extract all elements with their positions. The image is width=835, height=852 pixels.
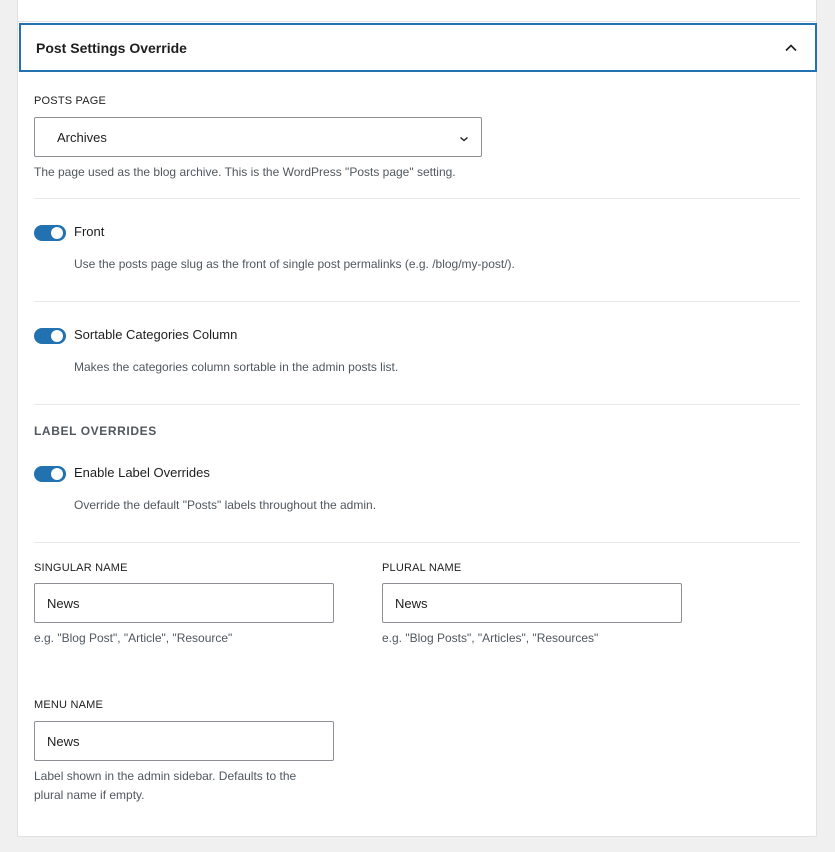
singular-name-input[interactable] [34, 583, 334, 623]
singular-name-label: SINGULAR NAME [34, 562, 128, 574]
posts-page-label: POSTS PAGE [34, 95, 107, 107]
panel-above-edge [17, 0, 817, 22]
posts-page-selected: Archives [57, 129, 107, 145]
panel-title: Post Settings Override [36, 39, 187, 56]
divider [34, 404, 800, 405]
menu-name-input[interactable] [34, 721, 334, 761]
panel-header-toggle[interactable]: Post Settings Override [19, 23, 817, 72]
enable-label-overrides-toggle[interactable] [34, 466, 66, 482]
toggle-knob [51, 330, 63, 342]
front-help: Use the posts page slug as the front of … [74, 257, 515, 271]
menu-name-label: MENU NAME [34, 699, 104, 711]
plural-name-label: PLURAL NAME [382, 562, 462, 574]
chevron-down-icon [459, 130, 469, 145]
enable-label-overrides-label: Enable Label Overrides [74, 465, 210, 480]
menu-name-help-line1: Label shown in the admin sidebar. Defaul… [34, 769, 297, 783]
divider [34, 301, 800, 302]
menu-name-help-line2: plural name if empty. [34, 788, 145, 802]
posts-page-help: The page used as the blog archive. This … [34, 165, 456, 179]
toggle-knob [51, 227, 63, 239]
singular-name-help: e.g. "Blog Post", "Article", "Resource" [34, 631, 233, 645]
plural-name-help: e.g. "Blog Posts", "Articles", "Resource… [382, 631, 599, 645]
chevron-up-icon[interactable] [781, 38, 801, 58]
sortable-categories-label: Sortable Categories Column [74, 327, 238, 342]
front-label: Front [74, 224, 105, 239]
front-toggle[interactable] [34, 225, 66, 241]
sortable-categories-help: Makes the categories column sortable in … [74, 360, 399, 374]
posts-page-select[interactable]: Archives [34, 117, 482, 157]
plural-name-input[interactable] [382, 583, 682, 623]
sortable-categories-toggle[interactable] [34, 328, 66, 344]
toggle-knob [51, 468, 63, 480]
label-overrides-heading: LABEL OVERRIDES [34, 424, 157, 438]
divider [34, 198, 800, 199]
post-settings-panel: Post Settings Override POSTS PAGE Archiv… [17, 21, 817, 837]
divider [34, 542, 800, 543]
label-overrides-help: Override the default "Posts" labels thro… [74, 498, 377, 512]
